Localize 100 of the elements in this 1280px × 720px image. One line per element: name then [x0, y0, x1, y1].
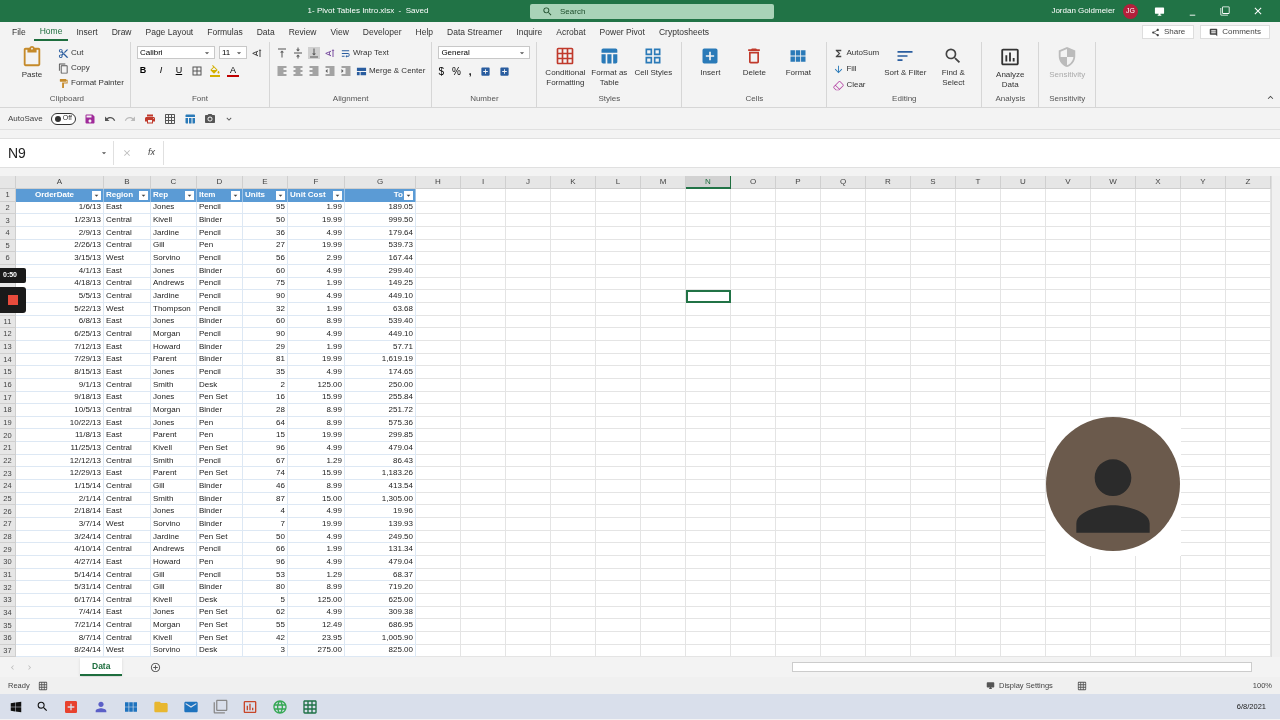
sheet-tab[interactable]: Data	[80, 658, 123, 677]
italic-button[interactable]: I	[154, 64, 167, 78]
ribbon-button[interactable]: Sort & Filter	[883, 46, 928, 92]
ribbon-tab[interactable]: File	[6, 23, 32, 41]
search-field[interactable]: Search	[530, 3, 774, 19]
align-right-icon[interactable]	[307, 65, 320, 77]
column-header[interactable]: Z	[1226, 176, 1271, 189]
cancel-icon[interactable]	[122, 148, 132, 158]
horizontal-scrollbar[interactable]	[792, 662, 1252, 673]
ribbon-button[interactable]: Insert	[688, 46, 733, 78]
share-button[interactable]: Share	[1141, 25, 1195, 39]
filter-button[interactable]	[333, 190, 342, 200]
ribbon-tab[interactable]: Formulas	[201, 23, 249, 41]
restore-icon[interactable]	[1220, 6, 1230, 16]
ribbon-button[interactable]: Wrap Text	[339, 46, 389, 60]
ribbon-button[interactable]: Merge & Center	[355, 64, 426, 78]
bold-button[interactable]: B	[136, 64, 149, 78]
app-icon[interactable]	[63, 698, 79, 715]
grid-icon[interactable]	[163, 112, 176, 125]
ribbon-display-icon[interactable]	[1154, 5, 1165, 17]
column-header[interactable]: B	[104, 176, 151, 189]
column-header[interactable]: G	[345, 176, 416, 189]
ribbon-button[interactable]: AutoSum	[833, 46, 880, 60]
column-header[interactable]: X	[1136, 176, 1181, 189]
filter-button[interactable]	[185, 190, 194, 200]
filter-button[interactable]	[231, 190, 240, 200]
browser-icon[interactable]	[272, 698, 288, 715]
column-header[interactable]: O	[731, 176, 776, 189]
borders-icon[interactable]	[190, 64, 203, 77]
comments-button[interactable]: Comments	[1200, 25, 1270, 39]
fx-label[interactable]: fx	[148, 146, 155, 160]
normal-view-icon[interactable]	[1076, 680, 1087, 691]
underline-button[interactable]: U	[172, 64, 185, 78]
spreadsheet-icon[interactable]	[302, 698, 318, 715]
increase-indent-icon[interactable]	[339, 65, 352, 77]
column-header[interactable]: D	[197, 176, 243, 189]
column-header[interactable]: S	[911, 176, 956, 189]
ribbon-button[interactable]: Conditional Formatting	[543, 46, 588, 88]
column-header[interactable]: C	[151, 176, 197, 189]
orientation-icon[interactable]	[323, 47, 336, 59]
comma-button[interactable]: ,	[468, 64, 472, 79]
ribbon-button[interactable]: Cut	[58, 46, 124, 60]
ribbon-tab[interactable]: Inquire	[510, 23, 549, 41]
macro-icon[interactable]	[37, 680, 48, 691]
filter-button[interactable]	[404, 190, 413, 200]
percent-button[interactable]: %	[451, 64, 461, 79]
filter-button[interactable]	[139, 190, 148, 200]
ribbon-tab[interactable]: Page Layout	[139, 23, 200, 41]
column-header[interactable]: Q	[821, 176, 866, 189]
ribbon-button[interactable]: Copy	[58, 61, 124, 75]
search-icon[interactable]	[36, 700, 49, 714]
align-top-icon[interactable]	[275, 47, 288, 59]
selected-cell[interactable]	[686, 290, 731, 303]
presentation-icon[interactable]	[242, 698, 258, 715]
ribbon-tab[interactable]: Data	[250, 23, 281, 41]
name-box[interactable]: N9	[4, 141, 114, 165]
column-header[interactable]: Y	[1181, 176, 1226, 189]
windows-start-icon[interactable]	[10, 700, 22, 713]
font-color-button[interactable]: A	[226, 64, 239, 77]
currency-button[interactable]: $	[438, 64, 444, 79]
column-header[interactable]: M	[641, 176, 686, 189]
ribbon-tab[interactable]: Insert	[70, 23, 104, 41]
ribbon-button[interactable]: Format as Table	[587, 46, 632, 88]
ribbon-button[interactable]: Find & Select	[931, 46, 976, 92]
column-header[interactable]: N	[686, 176, 731, 189]
add-sheet-icon[interactable]	[150, 661, 162, 673]
number-format-field[interactable]: General	[438, 46, 531, 59]
ribbon-tab[interactable]: Data Streamer	[441, 23, 509, 41]
column-header[interactable]: K	[551, 176, 596, 189]
font-size-field[interactable]: 11	[218, 46, 247, 59]
ribbon-tab[interactable]: Review	[282, 23, 323, 41]
print-icon[interactable]	[143, 112, 156, 125]
ribbon-tab[interactable]: Cryptosheets	[652, 23, 716, 41]
column-header[interactable]: H	[416, 176, 461, 189]
ribbon-button[interactable]: Fill	[833, 62, 880, 76]
column-header[interactable]: T	[956, 176, 1001, 189]
filter-button[interactable]	[92, 190, 101, 200]
align-left-icon[interactable]	[275, 65, 288, 77]
ribbon-button[interactable]: Delete	[732, 46, 777, 78]
column-header[interactable]: L	[596, 176, 641, 189]
ribbon-button[interactable]: Clear	[833, 78, 880, 92]
ribbon-tab[interactable]: Home	[33, 23, 69, 41]
ribbon-button[interactable]: Format	[776, 46, 821, 78]
ribbon-button[interactable]: Paste	[10, 46, 54, 90]
column-header[interactable]: W	[1091, 176, 1136, 189]
ribbon-tab[interactable]: Draw	[105, 23, 138, 41]
select-all-corner[interactable]	[0, 176, 16, 189]
decrease-indent-icon[interactable]	[323, 65, 336, 77]
camera-icon[interactable]	[203, 112, 216, 125]
scroll-left-icon[interactable]	[8, 662, 17, 672]
font-name-field[interactable]: Calibri	[136, 46, 215, 59]
close-icon[interactable]	[1252, 5, 1264, 17]
table-icon[interactable]	[183, 112, 196, 125]
ribbon-tab[interactable]: Help	[409, 23, 440, 41]
column-header[interactable]: P	[776, 176, 821, 189]
ribbon-button[interactable]: Cell Styles	[631, 46, 676, 88]
ribbon-button[interactable]: Format Painter	[58, 76, 124, 90]
fill-color-icon[interactable]	[208, 64, 221, 77]
ribbon-button[interactable]: Analyze Data	[988, 46, 1033, 90]
save-icon[interactable]	[83, 112, 96, 125]
